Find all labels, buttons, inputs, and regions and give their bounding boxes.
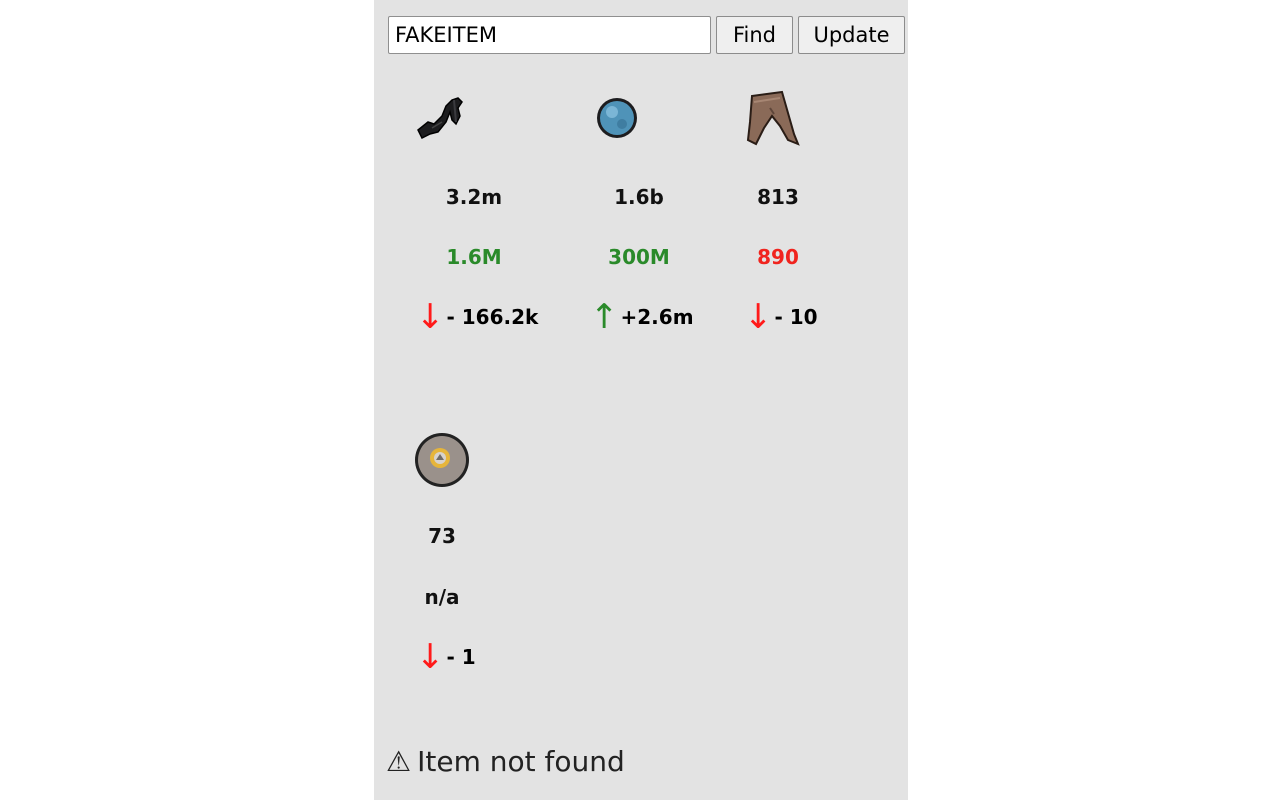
item-change: ↓ - 10 [744, 300, 818, 334]
down-arrow-icon: ↓ [416, 297, 445, 337]
item-volume: 1.6M [446, 245, 502, 269]
leather-chaps-icon [740, 86, 804, 150]
item-change-value: - 10 [774, 305, 818, 329]
item-volume: n/a [424, 585, 460, 609]
coin-token-icon [410, 428, 474, 492]
item-card: 1.6b 300M ↑ +2.6m [544, 80, 714, 350]
item-card: 3.2m 1.6M ↓ - 166.2k [374, 80, 544, 350]
update-button[interactable]: Update [798, 16, 905, 54]
down-arrow-icon: ↓ [416, 637, 445, 677]
item-change: ↓ - 166.2k [416, 300, 538, 334]
find-button[interactable]: Find [716, 16, 793, 54]
item-volume: 890 [757, 245, 799, 269]
item-volume: 300M [608, 245, 670, 269]
item-card: 73 n/a ↓ - 1 [374, 420, 544, 690]
item-card: 813 890 ↓ - 10 [704, 80, 874, 350]
item-change-value: - 1 [446, 645, 476, 669]
item-price: 1.6b [614, 185, 664, 209]
item-change-value: - 166.2k [446, 305, 539, 329]
dark-bow-icon [412, 86, 476, 150]
down-arrow-icon: ↓ [744, 297, 773, 337]
search-input[interactable] [388, 16, 711, 54]
extension-panel: Find Update 3.2m 1.6M ↓ - 166.2k [374, 0, 908, 800]
item-change-value: +2.6m [620, 305, 694, 329]
search-bar: Find Update [388, 16, 905, 54]
item-price: 3.2m [445, 185, 503, 209]
item-price: 73 [428, 524, 456, 548]
status-text: Item not found [417, 745, 625, 778]
item-price: 813 [757, 185, 799, 209]
item-change: ↓ - 1 [416, 640, 476, 674]
blue-orb-icon [588, 86, 652, 150]
up-arrow-icon: ↑ [590, 297, 619, 337]
item-change: ↑ +2.6m [590, 300, 694, 334]
status-message: ⚠ Item not found [386, 745, 625, 778]
warning-icon: ⚠ [386, 745, 412, 778]
